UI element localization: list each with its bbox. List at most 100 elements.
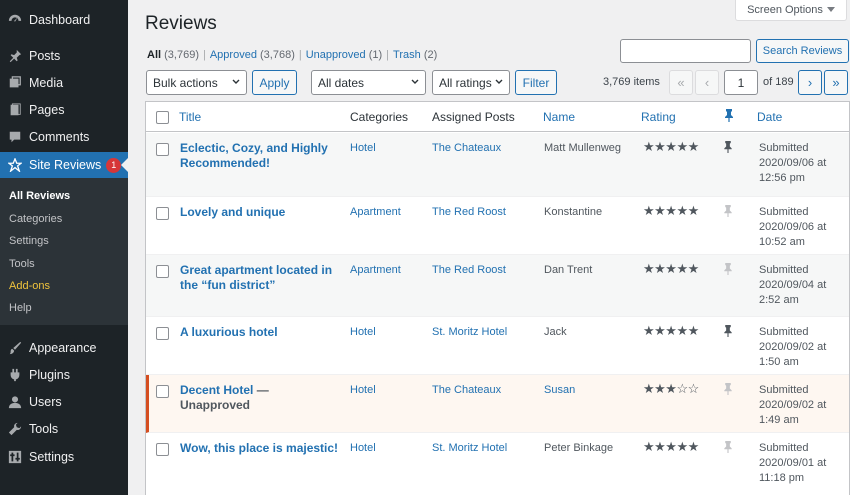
- media-icon: [7, 75, 23, 91]
- submenu-add-ons[interactable]: Add-ons: [9, 280, 50, 292]
- review-title-link[interactable]: Decent Hotel — Unapproved: [180, 383, 340, 413]
- assigned-post-link[interactable]: St. Moritz Hotel: [432, 441, 507, 456]
- review-title-link[interactable]: Great apartment located in the “fun dist…: [180, 263, 340, 293]
- screen-options-button[interactable]: Screen Options: [735, 0, 847, 21]
- chevron-down-icon: [411, 79, 419, 84]
- row-checkbox[interactable]: [156, 207, 169, 220]
- menu-settings[interactable]: Settings: [0, 444, 128, 470]
- chevron-down-icon: [495, 79, 503, 84]
- prev-page-button[interactable]: ‹: [695, 70, 719, 95]
- bulk-actions-select[interactable]: Bulk actions: [146, 70, 247, 95]
- menu-plugins[interactable]: Plugins: [0, 362, 128, 388]
- pages-icon: [7, 102, 23, 118]
- review-title-link[interactable]: A luxurious hotel: [180, 325, 340, 340]
- reviewer-name[interactable]: Susan: [544, 383, 575, 398]
- assigned-post-link[interactable]: The Red Roost: [432, 263, 506, 278]
- date-filter-value: All dates: [318, 75, 365, 90]
- table-row: Wow, this place is majestic! Hotel St. Mor…: [146, 433, 849, 495]
- row-checkbox[interactable]: [156, 143, 169, 156]
- menu-pages[interactable]: Pages: [0, 97, 128, 123]
- view-trash-link[interactable]: Trash (2): [393, 49, 437, 61]
- assigned-post-link[interactable]: The Chateaux: [432, 383, 501, 398]
- menu-comments[interactable]: Comments: [0, 124, 128, 150]
- date-day: 2020/09/02 at: [759, 341, 827, 353]
- apply-button[interactable]: Apply: [252, 70, 297, 95]
- view-all-link[interactable]: All (3,769): [147, 49, 199, 61]
- rating-filter-select[interactable]: All ratings: [432, 70, 510, 95]
- assigned-post-link[interactable]: The Red Roost: [432, 205, 506, 220]
- column-categories: Categories: [350, 110, 409, 124]
- row-checkbox[interactable]: [156, 385, 169, 398]
- table-row: Great apartment located in the “fun dist…: [146, 255, 849, 317]
- filter-button[interactable]: Filter: [515, 70, 557, 95]
- menu-media[interactable]: Media: [0, 70, 128, 96]
- column-rating[interactable]: Rating: [641, 110, 676, 124]
- assigned-post-link[interactable]: St. Moritz Hotel: [432, 325, 507, 340]
- select-all-checkbox[interactable]: [156, 111, 169, 124]
- pin-icon[interactable]: [723, 325, 733, 337]
- date-status: Submitted: [759, 264, 809, 276]
- column-title[interactable]: Title: [179, 110, 201, 124]
- category-link[interactable]: Hotel: [350, 383, 376, 398]
- pin-icon[interactable]: [723, 205, 733, 217]
- menu-label: Appearance: [29, 341, 97, 355]
- reviewer-name: Jack: [544, 326, 567, 338]
- search-reviews-button[interactable]: Search Reviews: [756, 39, 849, 63]
- next-page-button[interactable]: ›: [798, 70, 822, 95]
- date-status: Submitted: [759, 142, 809, 154]
- category-link[interactable]: Hotel: [350, 141, 376, 156]
- column-date[interactable]: Date: [757, 110, 782, 124]
- pin-icon[interactable]: [723, 263, 733, 275]
- column-name[interactable]: Name: [543, 110, 575, 124]
- comments-icon: [7, 129, 23, 145]
- column-assigned-posts: Assigned Posts: [432, 110, 515, 124]
- view-unapproved-link[interactable]: Unapproved (1): [306, 49, 382, 61]
- category-link[interactable]: Hotel: [350, 325, 376, 340]
- submenu-settings[interactable]: Settings: [9, 235, 49, 247]
- menu-appearance[interactable]: Appearance: [0, 335, 128, 361]
- current-page-input[interactable]: [724, 70, 758, 95]
- view-approved-link[interactable]: Approved (3,768): [210, 49, 295, 61]
- date-status: Submitted: [759, 442, 809, 454]
- category-link[interactable]: Apartment: [350, 263, 401, 278]
- search-input[interactable]: [620, 39, 751, 63]
- menu-label: Plugins: [29, 368, 70, 382]
- date-time: 12:56 pm: [759, 172, 805, 184]
- review-title-link[interactable]: Lovely and unique: [180, 205, 340, 220]
- row-checkbox[interactable]: [156, 443, 169, 456]
- last-page-button[interactable]: »: [824, 70, 848, 95]
- site-reviews-submenu: All Reviews Categories Settings Tools Ad…: [0, 178, 128, 325]
- submenu-help[interactable]: Help: [9, 302, 32, 314]
- date-day: 2020/09/06 at: [759, 221, 827, 233]
- review-title-link[interactable]: Wow, this place is majestic!: [180, 441, 340, 456]
- menu-dashboard[interactable]: Dashboard: [0, 7, 128, 33]
- date-filter-select[interactable]: All dates: [311, 70, 426, 95]
- reviews-table: Title Categories Assigned Posts Name Rat…: [145, 101, 850, 495]
- date-day: 2020/09/06 at: [759, 157, 827, 169]
- pin-icon[interactable]: [723, 383, 733, 395]
- reviewer-name: Konstantine: [544, 206, 603, 218]
- menu-users[interactable]: Users: [0, 389, 128, 415]
- row-checkbox[interactable]: [156, 265, 169, 278]
- menu-posts[interactable]: Posts: [0, 43, 128, 69]
- submenu-tools[interactable]: Tools: [9, 258, 35, 270]
- paintbrush-icon: [7, 340, 23, 356]
- menu-label: Tools: [29, 422, 59, 436]
- admin-sidebar: Dashboard Posts Media Pages Comments Sit…: [0, 0, 128, 495]
- review-title-link[interactable]: Eclectic, Cozy, and Highly Recommended!: [180, 141, 340, 171]
- category-link[interactable]: Hotel: [350, 441, 376, 456]
- menu-site-reviews[interactable]: Site Reviews 1: [0, 152, 128, 178]
- category-link[interactable]: Apartment: [350, 205, 401, 220]
- menu-tools[interactable]: Tools: [0, 416, 128, 442]
- submenu-categories[interactable]: Categories: [9, 213, 62, 225]
- pushpin-icon: [7, 48, 23, 64]
- assigned-post-link[interactable]: The Chateaux: [432, 141, 501, 156]
- review-date: Submitted 2020/09/06 at 10:52 am: [759, 205, 839, 250]
- pin-icon[interactable]: [723, 441, 733, 453]
- wrench-icon: [7, 421, 23, 437]
- pin-icon[interactable]: [723, 141, 733, 153]
- first-page-button[interactable]: «: [669, 70, 693, 95]
- row-checkbox[interactable]: [156, 327, 169, 340]
- column-pinned[interactable]: [724, 109, 734, 125]
- submenu-all-reviews[interactable]: All Reviews: [9, 190, 70, 202]
